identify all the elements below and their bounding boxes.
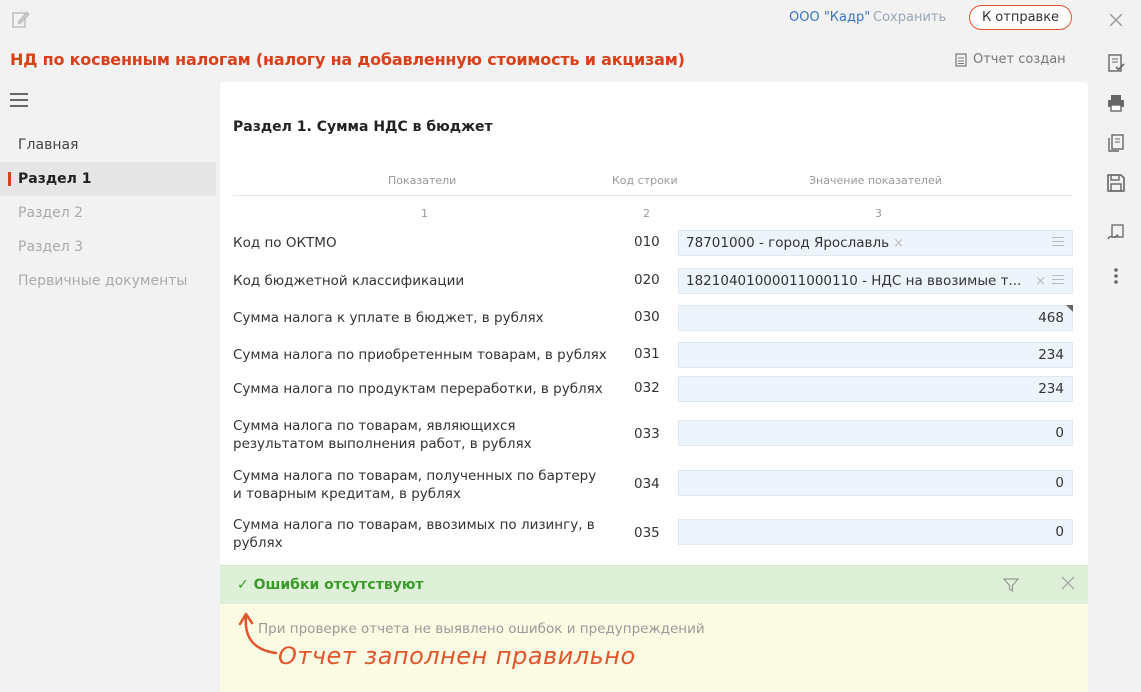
- sidebar-item-section3[interactable]: Раздел 3: [0, 230, 216, 264]
- sidebar-item-main[interactable]: Главная: [0, 128, 216, 162]
- page-title: НД по косвенным налогам (налогу на добав…: [10, 50, 685, 69]
- value-input-030[interactable]: 468: [678, 305, 1073, 331]
- more-icon[interactable]: [1106, 266, 1126, 286]
- input-value: 0: [1055, 524, 1064, 540]
- input-value: 468: [1038, 310, 1064, 326]
- check-status: ✓ Ошибки отсутствуют: [220, 566, 1088, 604]
- input-value: 234: [1038, 347, 1064, 363]
- menu-icon[interactable]: [10, 93, 28, 107]
- check-message: При проверке отчета не выявлено ошибок и…: [258, 621, 705, 637]
- column-number-1: 1: [421, 207, 428, 220]
- row-code: 035: [634, 525, 660, 541]
- document-icon: [955, 52, 967, 67]
- value-input-032[interactable]: 234: [678, 376, 1073, 402]
- calculated-marker-icon: [1066, 305, 1073, 312]
- column-header-value: Значение показателей: [809, 174, 942, 187]
- select-value: 18210401000011000110 - НДС на ввозимые т…: [686, 273, 1022, 289]
- row-label: Код бюджетной классификации: [233, 273, 465, 289]
- value-input-034[interactable]: 0: [678, 470, 1073, 496]
- organization-link[interactable]: ООО "Кадр": [789, 10, 870, 25]
- row-label: Сумма налога по товарам, ввозимых по лиз…: [233, 517, 595, 551]
- save-button[interactable]: Сохранить: [873, 10, 946, 25]
- value-input-031[interactable]: 234: [678, 342, 1073, 368]
- list-icon[interactable]: [1052, 237, 1064, 249]
- check-document-icon[interactable]: [1106, 53, 1126, 73]
- print-icon[interactable]: [1106, 93, 1126, 113]
- column-header-code: Код строки: [612, 174, 678, 187]
- sidebar-item-section2[interactable]: Раздел 2: [0, 196, 216, 230]
- edit-report-icon[interactable]: [12, 10, 30, 28]
- row-label: Сумма налога по приобретенным товарам, в…: [233, 347, 607, 363]
- row-code: 033: [634, 426, 660, 442]
- kbk-select[interactable]: 18210401000011000110 - НДС на ввозимые т…: [678, 268, 1073, 294]
- clear-icon[interactable]: ×: [893, 236, 904, 251]
- row-label: Код по ОКТМО: [233, 235, 337, 251]
- top-bar: ООО "Кадр" Сохранить К отправке: [0, 0, 1090, 40]
- save-icon[interactable]: [1106, 173, 1126, 193]
- close-icon[interactable]: [1106, 10, 1126, 30]
- header-divider: [233, 195, 1073, 196]
- sidebar-item-primary-docs[interactable]: Первичные документы: [0, 264, 216, 298]
- row-code: 030: [634, 309, 660, 325]
- input-value: 0: [1055, 475, 1064, 491]
- close-icon[interactable]: [1061, 576, 1075, 590]
- column-number-3: 3: [875, 207, 882, 220]
- annotation-note: Отчет заполнен правильно: [278, 642, 636, 670]
- check-results-panel: ✓ Ошибки отсутствуют При проверке отчета…: [220, 565, 1088, 692]
- row-code: 034: [634, 476, 660, 492]
- value-input-033[interactable]: 0: [678, 420, 1073, 446]
- row-label: Сумма налога по товарам, являющихся резу…: [233, 418, 532, 452]
- right-toolbar: [1090, 0, 1141, 692]
- row-label: Сумма налога по товарам, полученных по б…: [233, 468, 597, 502]
- input-value: 0: [1055, 425, 1064, 441]
- sign-document-icon[interactable]: [1106, 223, 1126, 243]
- sidebar-nav: Главная Раздел 1 Раздел 2 Раздел 3 Перви…: [0, 128, 216, 298]
- row-label: Сумма налога к уплате в бюджет, в рублях: [233, 310, 544, 326]
- report-status: Отчет создан: [955, 52, 1066, 67]
- value-input-035[interactable]: 0: [678, 519, 1073, 545]
- section-title: Раздел 1. Сумма НДС в бюджет: [233, 119, 493, 135]
- row-code: 032: [634, 380, 660, 396]
- clear-icon[interactable]: ×: [1035, 274, 1046, 289]
- column-number-2: 2: [643, 207, 650, 220]
- oktmo-select[interactable]: 78701000 - город Ярославль ×: [678, 230, 1073, 256]
- status-label: Отчет создан: [973, 52, 1066, 67]
- row-code: 010: [634, 234, 660, 250]
- sidebar-item-section1[interactable]: Раздел 1: [0, 162, 216, 196]
- row-code: 020: [634, 272, 660, 288]
- row-label: Сумма налога по продуктам переработки, в…: [233, 381, 603, 397]
- row-code: 031: [634, 346, 660, 362]
- filter-icon[interactable]: [1003, 577, 1019, 593]
- column-header-indicators: Показатели: [388, 174, 457, 187]
- input-value: 234: [1038, 381, 1064, 397]
- send-button[interactable]: К отправке: [969, 5, 1072, 30]
- select-value: 78701000 - город Ярославль: [686, 235, 890, 251]
- list-icon[interactable]: [1052, 275, 1064, 287]
- copy-document-icon[interactable]: [1106, 133, 1126, 153]
